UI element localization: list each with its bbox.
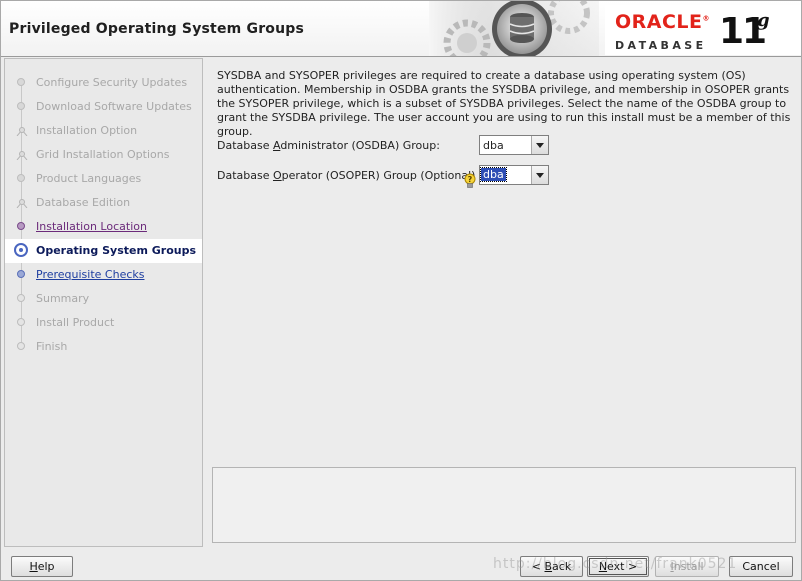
main-content: SYSDBA and SYSOPER privileges are requir… — [203, 58, 799, 545]
chevron-down-icon[interactable] — [531, 136, 548, 154]
database-wordmark: DATABASE — [615, 39, 707, 52]
chevron-down-icon[interactable] — [531, 166, 548, 184]
install-button[interactable]: Install — [655, 556, 719, 577]
step-download-software-updates: Download Software Updates — [5, 95, 202, 119]
osdba-group-label: Database Administrator (OSDBA) Group: — [217, 139, 440, 152]
step-branch-icon — [16, 151, 28, 160]
osdba-group-value: dba — [483, 139, 504, 152]
step-grid-installation-options: Grid Installation Options — [5, 143, 202, 167]
step-branch-icon — [16, 199, 28, 208]
step-operating-system-groups: Operating System Groups — [5, 239, 202, 263]
step-done-icon — [17, 78, 25, 86]
wizard-steps-panel: Configure Security Updates Download Soft… — [4, 58, 203, 547]
installer-window: Privileged Operating System Groups ORACL… — [0, 0, 802, 581]
database-cylinder-gears-icon — [429, 1, 599, 56]
back-button[interactable]: < Back — [520, 556, 583, 577]
step-product-languages: Product Languages — [5, 167, 202, 191]
svg-text:?: ? — [468, 175, 473, 184]
page-title: Privileged Operating System Groups — [9, 21, 305, 37]
step-installation-option: Installation Option — [5, 119, 202, 143]
step-installation-location[interactable]: Installation Location — [5, 215, 202, 239]
step-install-product: Install Product — [5, 311, 202, 335]
osdba-group-select[interactable]: dba — [479, 135, 549, 155]
step-visited-icon — [17, 222, 25, 230]
lightbulb-hint-icon[interactable]: ? — [464, 173, 476, 189]
step-next-icon — [17, 270, 25, 278]
step-pending-icon — [17, 294, 25, 302]
step-pending-icon — [17, 318, 25, 326]
step-summary: Summary — [5, 287, 202, 311]
oracle-wordmark: ORACLE® — [615, 11, 711, 33]
osoper-group-select[interactable]: dba — [479, 165, 549, 185]
oracle-database-11g-logo: ORACLE® DATABASE 11 g — [605, 5, 801, 55]
cancel-button[interactable]: Cancel — [729, 556, 793, 577]
step-configure-security-updates: Configure Security Updates — [5, 71, 202, 95]
step-prerequisite-checks[interactable]: Prerequisite Checks — [5, 263, 202, 287]
help-button[interactable]: Help — [11, 556, 73, 577]
step-pending-icon — [17, 342, 25, 350]
next-button[interactable]: Next > — [587, 556, 649, 577]
header-banner: Privileged Operating System Groups ORACL… — [1, 1, 801, 57]
step-finish: Finish — [5, 335, 202, 359]
step-done-icon — [17, 174, 25, 182]
step-done-icon — [17, 102, 25, 110]
step-branch-icon — [16, 127, 28, 136]
osoper-group-value: dba — [480, 167, 507, 182]
description-text: SYSDBA and SYSOPER privileges are requir… — [217, 69, 791, 138]
step-database-edition: Database Edition — [5, 191, 202, 215]
step-current-icon — [14, 243, 28, 257]
version-letter: g — [757, 10, 770, 31]
message-area — [212, 467, 796, 543]
osoper-group-label: Database Operator (OSOPER) Group (Option… — [217, 169, 476, 182]
